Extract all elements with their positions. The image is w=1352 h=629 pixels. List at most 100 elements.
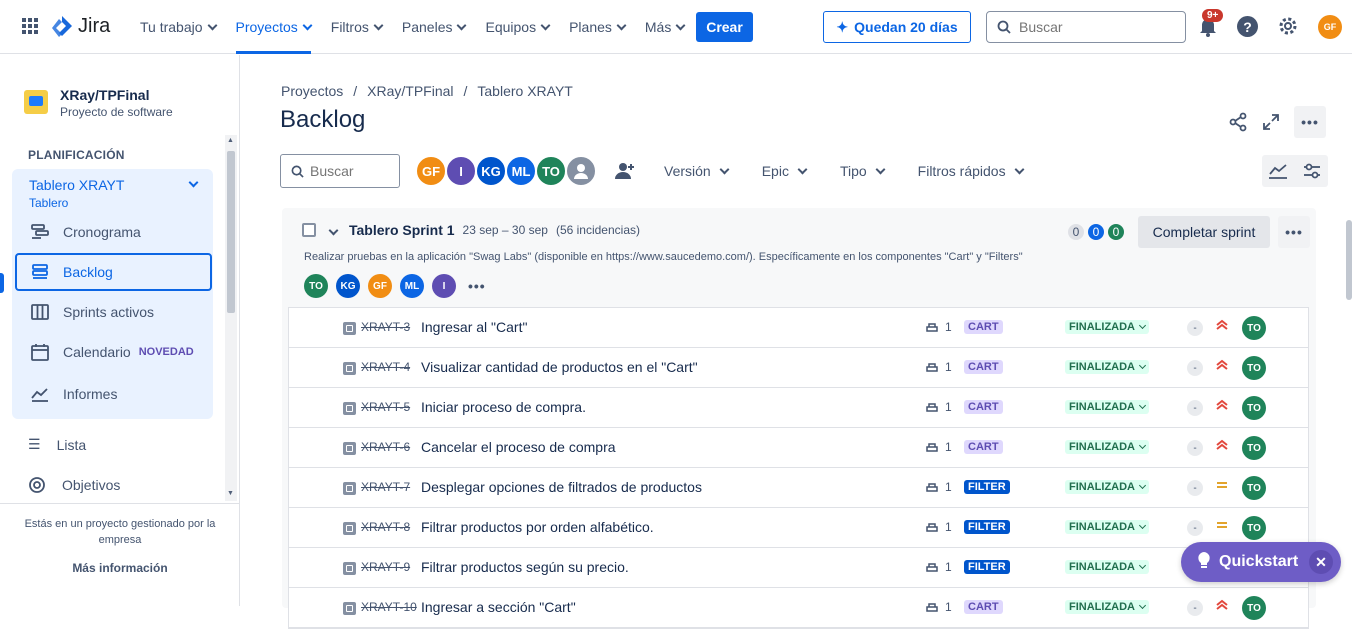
estimate-placeholder[interactable]: - bbox=[1187, 600, 1203, 616]
issue-summary[interactable]: Filtrar productos por orden alfabético. bbox=[421, 519, 654, 535]
nav-tu-trabajo[interactable]: Tu trabajo bbox=[140, 0, 217, 54]
board-selector[interactable]: Tablero XRAYT bbox=[29, 177, 124, 193]
user-avatar[interactable]: GF bbox=[1318, 15, 1342, 39]
table-row[interactable]: XRAYT-9 Filtrar productos según su precio… bbox=[289, 548, 1308, 588]
issue-summary[interactable]: Ingresar a sección "Cart" bbox=[421, 599, 576, 615]
avatar[interactable]: TO bbox=[535, 155, 567, 187]
help-icon[interactable]: ? bbox=[1237, 16, 1258, 37]
status-badge[interactable]: FINALIZADA bbox=[1065, 520, 1149, 534]
filter-quick[interactable]: Filtros rápidos bbox=[918, 163, 1025, 179]
status-badge[interactable]: FINALIZADA bbox=[1065, 360, 1149, 374]
status-badge[interactable]: FINALIZADA bbox=[1065, 480, 1149, 494]
issue-key[interactable]: XRAYT-10 bbox=[361, 600, 417, 614]
epic-label[interactable]: CART bbox=[964, 320, 1003, 334]
avatar[interactable]: KG bbox=[336, 274, 360, 298]
issue-key[interactable]: XRAYT-4 bbox=[361, 360, 410, 374]
backlog-search-input[interactable] bbox=[310, 163, 390, 179]
table-row[interactable]: XRAYT-6 Cancelar el proceso de compra 1 CAR… bbox=[289, 428, 1308, 468]
status-badge[interactable]: FINALIZADA bbox=[1065, 440, 1149, 454]
scroll-up-icon[interactable]: ▲ bbox=[227, 137, 234, 144]
sprint-more-button[interactable]: ••• bbox=[1278, 216, 1310, 248]
jira-logo[interactable]: Jira bbox=[52, 15, 110, 38]
sidebar-scrollbar[interactable]: ▲ ▼ bbox=[225, 135, 237, 501]
estimate-placeholder[interactable]: - bbox=[1187, 360, 1203, 376]
breadcrumb-proyectos[interactable]: Proyectos bbox=[281, 83, 343, 99]
avatar[interactable]: ML bbox=[505, 155, 537, 187]
status-badge[interactable]: FINALIZADA bbox=[1065, 400, 1149, 414]
project-header[interactable]: XRay/TPFinal Proyecto de software bbox=[24, 87, 173, 119]
avatar[interactable]: TO bbox=[1242, 516, 1266, 540]
avatar[interactable]: TO bbox=[1242, 596, 1266, 620]
trial-button[interactable]: ✦ Quedan 20 días bbox=[823, 11, 971, 43]
issue-summary[interactable]: Ingresar al "Cart" bbox=[421, 319, 527, 335]
issue-summary[interactable]: Desplegar opciones de filtrados de produ… bbox=[421, 479, 702, 495]
issue-summary[interactable]: Filtrar productos según su precio. bbox=[421, 559, 629, 575]
table-row[interactable]: XRAYT-10 Ingresar a sección "Cart" 1 CART FI… bbox=[289, 588, 1308, 628]
more-actions-button[interactable]: ••• bbox=[1294, 106, 1326, 138]
avatar[interactable]: GF bbox=[368, 274, 392, 298]
unassigned-avatar-icon[interactable] bbox=[565, 155, 597, 187]
epic-label[interactable]: CART bbox=[964, 400, 1003, 414]
sidebar-item-lista[interactable]: ☰ Lista bbox=[28, 436, 86, 453]
issue-summary[interactable]: Iniciar proceso de compra. bbox=[421, 399, 586, 415]
settings-gear-icon[interactable] bbox=[1277, 15, 1299, 37]
quickstart-button[interactable]: Quickstart ✕ bbox=[1181, 542, 1341, 582]
add-people-icon[interactable] bbox=[609, 155, 641, 187]
table-row[interactable]: XRAYT-5 Iniciar proceso de compra. 1 CART FI… bbox=[289, 388, 1308, 428]
issue-key[interactable]: XRAYT-6 bbox=[361, 440, 410, 454]
status-badge[interactable]: FINALIZADA bbox=[1065, 600, 1149, 614]
issue-summary[interactable]: Visualizar cantidad de productos en el "… bbox=[421, 359, 698, 375]
avatar[interactable]: ML bbox=[400, 274, 424, 298]
collapse-chevron-icon[interactable] bbox=[328, 225, 339, 235]
nav-proyectos[interactable]: Proyectos bbox=[235, 0, 313, 54]
app-switcher-icon[interactable] bbox=[22, 18, 38, 34]
filter-epic[interactable]: Epic bbox=[762, 163, 808, 179]
avatar[interactable]: TO bbox=[1242, 396, 1266, 420]
estimate-placeholder[interactable]: - bbox=[1187, 400, 1203, 416]
sidebar-item-objetivos[interactable]: Objetivos bbox=[28, 476, 120, 494]
table-row[interactable]: XRAYT-3 Ingresar al "Cart" 1 CART FINALIZADA… bbox=[289, 308, 1308, 348]
avatar[interactable]: GF bbox=[415, 155, 447, 187]
sidebar-item-calendario[interactable]: Calendario NOVEDAD bbox=[12, 333, 209, 371]
sidebar-item-informes[interactable]: Informes bbox=[12, 375, 209, 413]
nav-paneles[interactable]: Paneles bbox=[402, 0, 467, 54]
issue-key[interactable]: XRAYT-5 bbox=[361, 400, 410, 414]
nav-filtros[interactable]: Filtros bbox=[331, 0, 384, 54]
estimate-placeholder[interactable]: - bbox=[1187, 520, 1203, 536]
global-search[interactable] bbox=[986, 11, 1186, 43]
avatar[interactable]: TO bbox=[1242, 476, 1266, 500]
sprint-checkbox[interactable] bbox=[302, 223, 316, 237]
epic-label[interactable]: FILTER bbox=[964, 520, 1010, 534]
issue-key[interactable]: XRAYT-3 bbox=[361, 320, 410, 334]
scroll-down-icon[interactable]: ▼ bbox=[227, 490, 234, 497]
table-row[interactable]: XRAYT-7 Desplegar opciones de filtrados d… bbox=[289, 468, 1308, 508]
more-info-link[interactable]: Más información bbox=[10, 560, 230, 576]
estimate-placeholder[interactable]: - bbox=[1187, 320, 1203, 336]
avatar[interactable]: TO bbox=[1242, 316, 1266, 340]
status-badge[interactable]: FINALIZADA bbox=[1065, 320, 1149, 334]
expand-icon[interactable] bbox=[1262, 113, 1280, 131]
avatar[interactable]: TO bbox=[304, 274, 328, 298]
epic-label[interactable]: CART bbox=[964, 600, 1003, 614]
epic-label[interactable]: FILTER bbox=[964, 560, 1010, 574]
page-scrollbar[interactable] bbox=[1346, 220, 1352, 300]
share-icon[interactable] bbox=[1228, 112, 1248, 132]
backlog-search[interactable] bbox=[280, 154, 400, 188]
sidebar-item-cronograma[interactable]: Cronograma bbox=[12, 213, 209, 251]
breadcrumb-board[interactable]: Tablero XRAYT bbox=[477, 83, 572, 99]
issue-key[interactable]: XRAYT-9 bbox=[361, 560, 410, 574]
epic-label[interactable]: CART bbox=[964, 360, 1003, 374]
insights-icon[interactable] bbox=[1262, 155, 1294, 187]
issue-key[interactable]: XRAYT-8 bbox=[361, 520, 410, 534]
estimate-placeholder[interactable]: - bbox=[1187, 440, 1203, 456]
sidebar-item-sprints-activos[interactable]: Sprints activos bbox=[12, 293, 209, 331]
filter-version[interactable]: Versión bbox=[664, 163, 730, 179]
epic-label[interactable]: FILTER bbox=[964, 480, 1010, 494]
global-search-input[interactable] bbox=[1019, 19, 1159, 35]
table-row[interactable]: XRAYT-8 Filtrar productos por orden alfab… bbox=[289, 508, 1308, 548]
breadcrumb-project[interactable]: XRay/TPFinal bbox=[367, 83, 453, 99]
avatar[interactable]: TO bbox=[1242, 436, 1266, 460]
scrollbar-thumb[interactable] bbox=[227, 151, 235, 313]
status-badge[interactable]: FINALIZADA bbox=[1065, 560, 1149, 574]
issue-key[interactable]: XRAYT-7 bbox=[361, 480, 410, 494]
